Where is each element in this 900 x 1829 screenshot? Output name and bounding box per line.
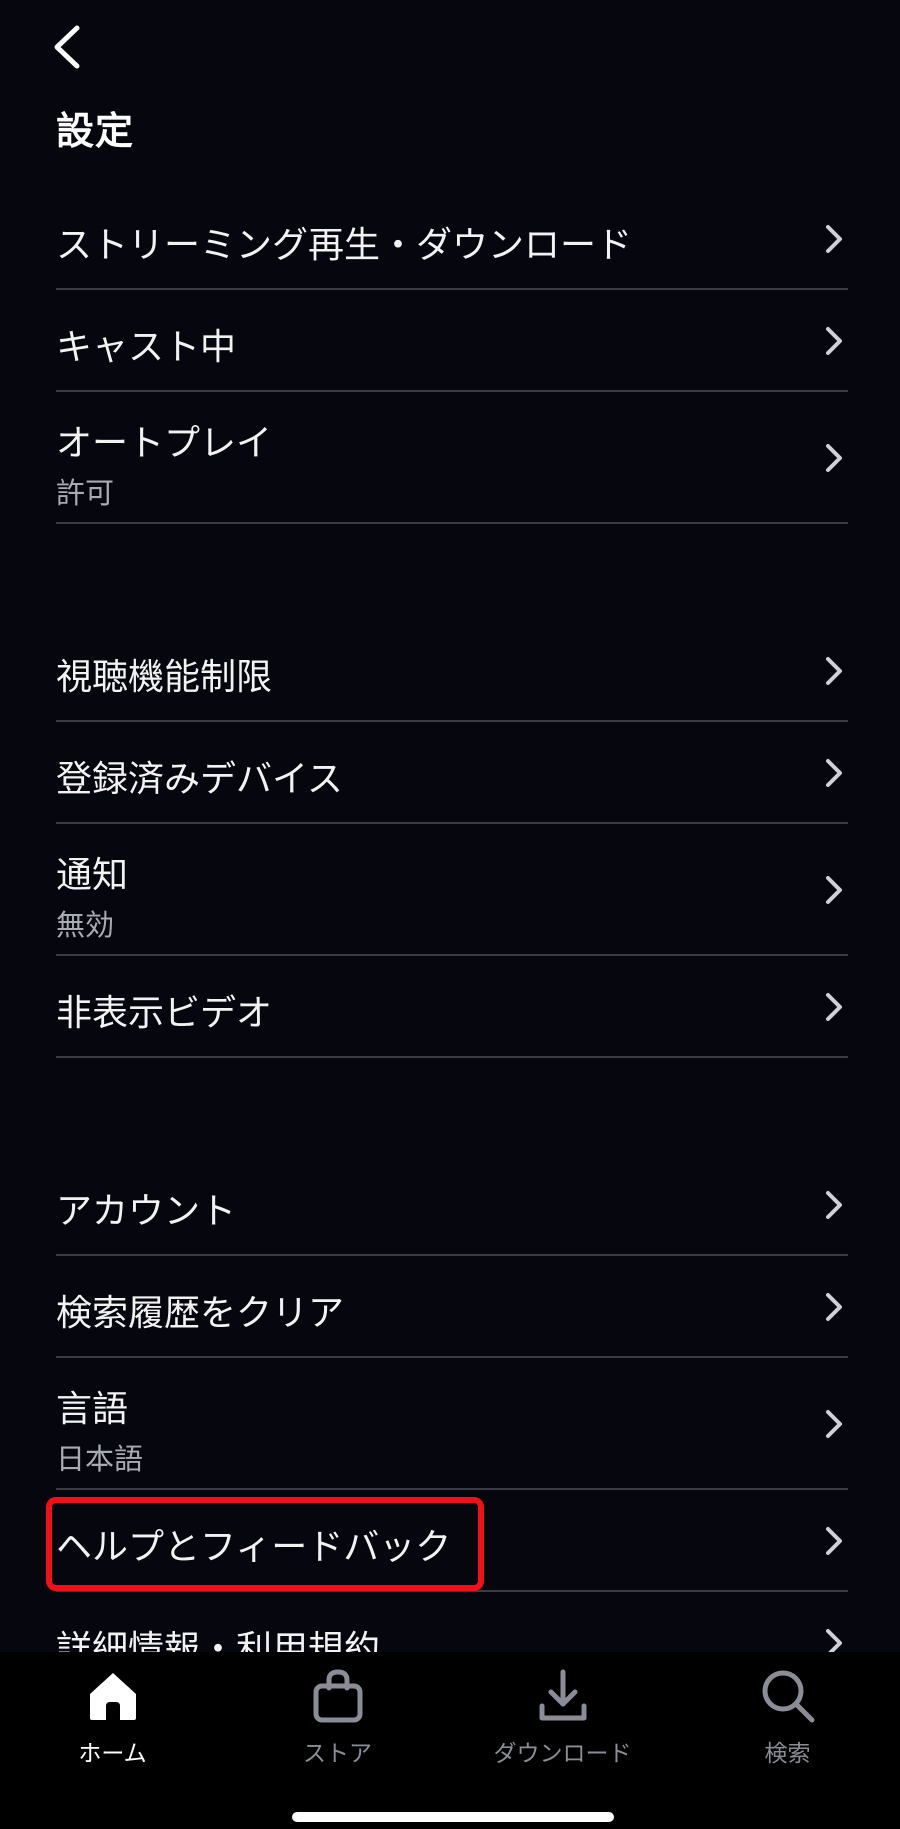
settings-section-playback: ストリーミング再生・ダウンロード キャスト中 オートプレイ 許可 — [56, 188, 848, 524]
home-icon — [89, 1673, 136, 1720]
chevron-right-icon — [826, 657, 842, 685]
settings-item-label: 登録済みデバイス — [56, 759, 343, 800]
settings-item-parental[interactable]: 視聴機能制限 — [56, 620, 848, 722]
settings-item-value: 無効 — [56, 908, 115, 942]
chevron-right-icon — [826, 1527, 842, 1555]
settings-screen: 設定 ストリーミング再生・ダウンロード キャスト中 オートプレイ 許可 視聴機能… — [0, 0, 900, 1829]
settings-item-label: 非表示ビデオ — [56, 993, 273, 1034]
settings-item-clear-history[interactable]: 検索履歴をクリア — [56, 1256, 848, 1358]
settings-item-devices[interactable]: 登録済みデバイス — [56, 722, 848, 824]
shopping-bag-icon — [313, 1669, 362, 1723]
nav-label: ストア — [303, 1741, 372, 1767]
chevron-right-icon — [826, 1191, 842, 1219]
settings-item-label: 検索履歴をクリア — [56, 1293, 345, 1334]
chevron-right-icon — [826, 444, 842, 472]
chevron-right-icon — [826, 327, 842, 355]
settings-section-account: アカウント 検索履歴をクリア 言語 日本語 ヘルプとフィードバック 詳細情報・利… — [56, 1154, 848, 1694]
settings-item-label: 通知 — [56, 855, 129, 896]
bottom-nav: ホーム ストア ダウンロード 検索 — [0, 1652, 900, 1829]
chevron-right-icon — [826, 993, 842, 1021]
nav-downloads[interactable]: ダウンロード — [450, 1652, 675, 1772]
nav-search[interactable]: 検索 — [675, 1652, 900, 1772]
chevron-right-icon — [826, 1410, 842, 1438]
download-icon — [539, 1669, 586, 1721]
settings-item-label: アカウント — [56, 1191, 237, 1232]
search-icon — [762, 1670, 814, 1723]
settings-item-casting[interactable]: キャスト中 — [56, 290, 848, 392]
settings-item-label: オートプレイ — [56, 423, 273, 464]
nav-store[interactable]: ストア — [225, 1652, 450, 1772]
settings-item-language[interactable]: 言語 日本語 — [56, 1358, 848, 1490]
settings-section-privacy: 視聴機能制限 登録済みデバイス 通知 無効 非表示ビデオ — [56, 620, 848, 1058]
chevron-right-icon — [826, 225, 842, 253]
settings-item-label: 視聴機能制限 — [56, 657, 273, 698]
settings-item-label: ストリーミング再生・ダウンロード — [56, 225, 633, 266]
settings-item-label: 言語 — [56, 1389, 129, 1430]
settings-item-help[interactable]: ヘルプとフィードバック — [56, 1490, 848, 1592]
chevron-right-icon — [826, 1293, 842, 1321]
nav-label: 検索 — [764, 1741, 811, 1767]
chevron-right-icon — [826, 759, 842, 787]
nav-label: ホーム — [78, 1741, 147, 1767]
settings-item-hidden[interactable]: 非表示ビデオ — [56, 956, 848, 1058]
settings-item-autoplay[interactable]: オートプレイ 許可 — [56, 392, 848, 524]
nav-home[interactable]: ホーム — [0, 1652, 225, 1772]
settings-item-notifications[interactable]: 通知 無効 — [56, 824, 848, 956]
settings-item-label: ヘルプとフィードバック — [56, 1527, 452, 1568]
back-button[interactable] — [44, 22, 88, 72]
settings-item-value: 許可 — [56, 476, 115, 510]
chevron-right-icon — [826, 876, 842, 904]
chevron-left-icon — [54, 25, 80, 69]
settings-item-label: キャスト中 — [56, 327, 237, 368]
home-indicator[interactable] — [292, 1812, 614, 1822]
settings-item-account[interactable]: アカウント — [56, 1154, 848, 1256]
page-title: 設定 — [56, 109, 135, 153]
settings-item-streaming[interactable]: ストリーミング再生・ダウンロード — [56, 188, 848, 290]
settings-item-value: 日本語 — [56, 1442, 144, 1476]
nav-label: ダウンロード — [493, 1741, 632, 1767]
